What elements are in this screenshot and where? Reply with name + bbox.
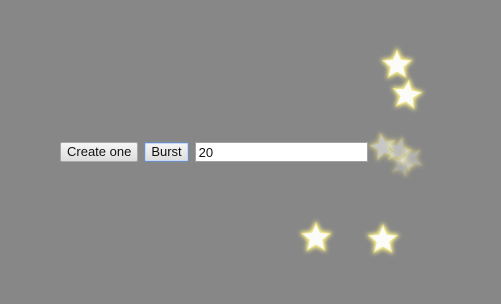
create-one-button[interactable]: Create one [60,142,139,162]
star-icon [379,46,415,82]
star-icon [385,146,421,182]
star-icon [387,74,428,115]
stage: Create one Burst [0,0,501,304]
star-icon [364,127,402,165]
star-icon [379,130,418,169]
controls-bar: Create one Burst [60,141,368,163]
burst-button[interactable]: Burst [144,142,189,162]
star-icon [298,219,334,255]
star-icon [390,138,430,178]
star-icon [365,221,401,257]
count-input[interactable] [194,142,368,162]
